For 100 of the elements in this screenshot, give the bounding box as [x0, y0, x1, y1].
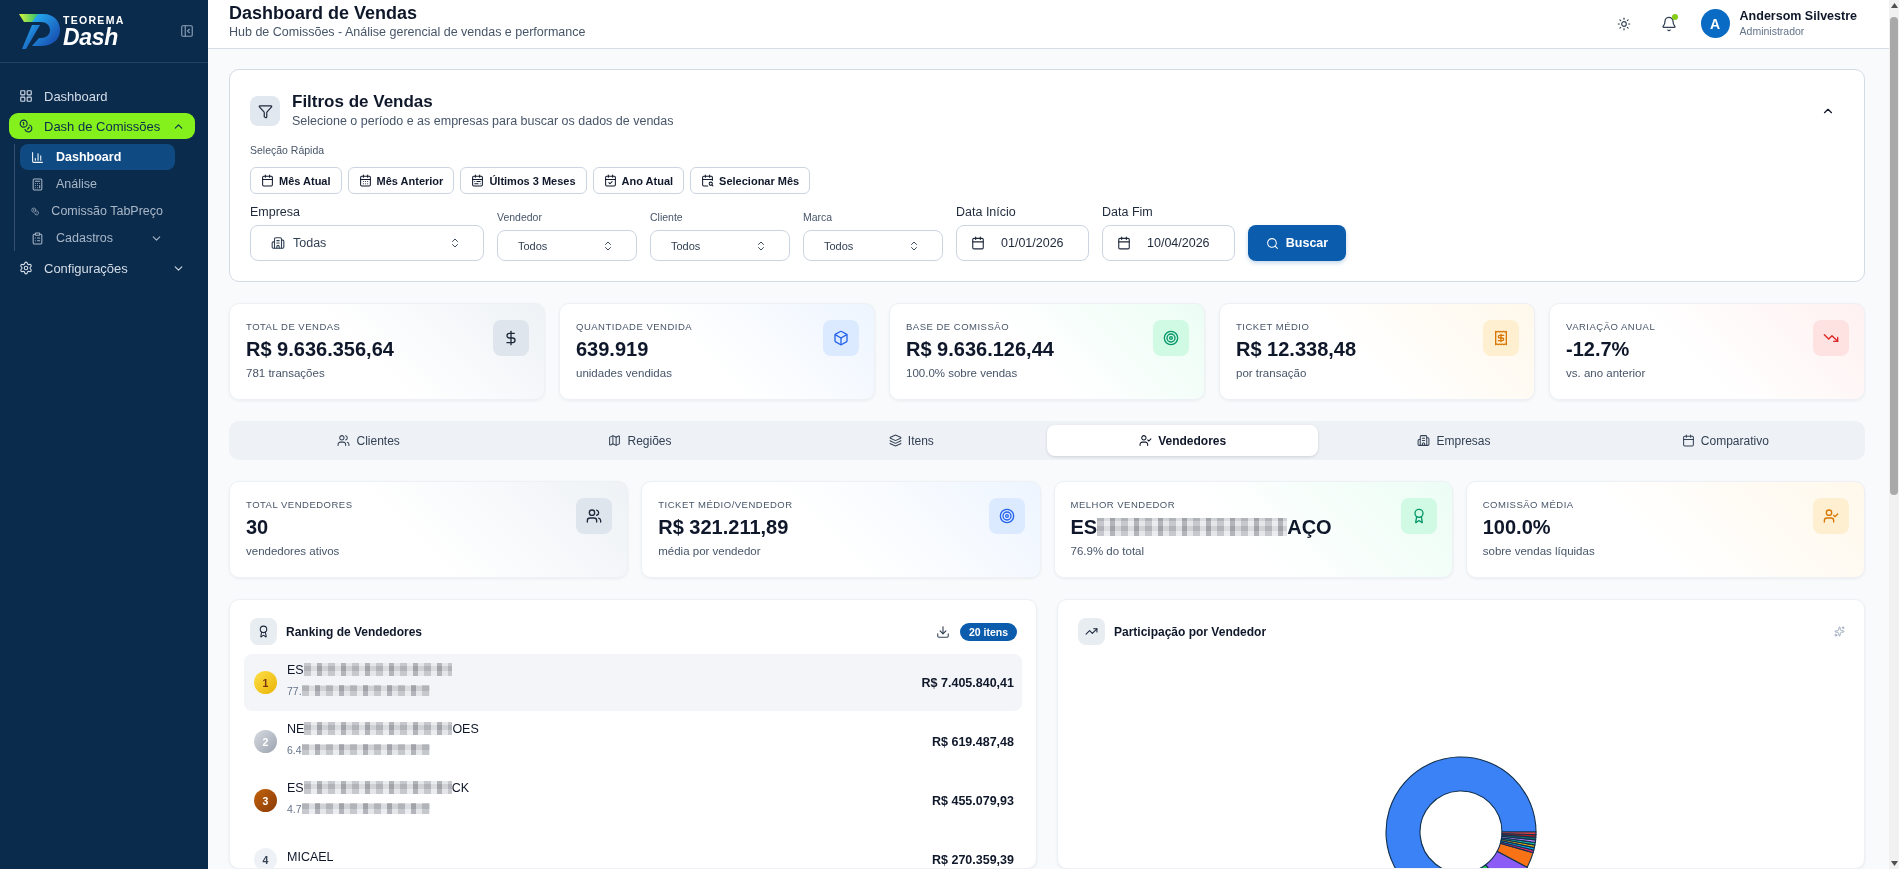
calendar-icon [971, 236, 985, 250]
chevrons-up-down-icon [449, 237, 461, 249]
sparkle-icon [1834, 626, 1845, 637]
rank-badge: 2 [254, 730, 277, 753]
tab[interactable]: Itens [775, 425, 1047, 456]
tab[interactable]: Empresas [1318, 425, 1590, 456]
scrollbar-thumb[interactable] [1890, 17, 1898, 495]
stat-value: -12.7% [1566, 337, 1631, 362]
stat-note: 781 transações [246, 366, 326, 381]
clipboard-icon [31, 231, 44, 245]
download-icon [935, 624, 950, 639]
target-icon [1153, 320, 1189, 356]
field-label: Vendedor [497, 210, 543, 224]
bar-chart-icon [31, 150, 44, 164]
select-field[interactable]: Todos [650, 230, 790, 261]
collapse-sidebar-button[interactable] [180, 24, 194, 38]
stat-value: AÇO [1287, 515, 1332, 539]
stat-note: vs. ano anterior [1566, 366, 1647, 381]
seller-amount: R$ 455.079,93 [932, 793, 1014, 808]
user-avatar[interactable]: A [1700, 9, 1730, 38]
trending-up-icon [1078, 618, 1105, 645]
stat-value: R$ 12.338,48 [1236, 337, 1357, 362]
seller-detail: 77. [287, 684, 302, 697]
select-field[interactable]: Todos [497, 230, 637, 261]
nav-subitem[interactable]: Comissão TabPreço [20, 198, 175, 224]
nav-subitem[interactable]: Análise [20, 171, 175, 197]
user-check-icon [1139, 434, 1153, 447]
stat-label: MELHOR VENDEDOR [1070, 498, 1177, 511]
user-role: Administrador [1739, 24, 1806, 38]
seller-detail: 6.4 [287, 743, 302, 756]
stat-value: 639.919 [576, 337, 650, 362]
settings-icon [19, 261, 33, 275]
receipt-icon [1483, 320, 1519, 356]
funnel-icon [250, 96, 280, 126]
company-select[interactable]: Todas [250, 225, 484, 261]
dollar-icon [493, 320, 529, 356]
nav-item[interactable]: Dashboard [9, 83, 195, 109]
nav-subitem[interactable]: Cadastros [20, 225, 175, 251]
stat-note: por transação [1236, 366, 1308, 381]
building-icon [1417, 434, 1431, 447]
calendar-days-icon [358, 174, 372, 187]
seller-name: MICAEL [287, 849, 334, 864]
stat-label: COMISSÃO MÉDIA [1482, 498, 1575, 511]
tab[interactable]: Vendedores [1047, 425, 1319, 456]
quick-select-button[interactable]: Mês Atual [250, 167, 342, 194]
scroll-down-arrow-icon [1890, 861, 1898, 866]
stat-value: R$ 9.636.356,64 [246, 337, 394, 362]
quick-select-button[interactable]: Selecionar Mês [690, 167, 811, 194]
stat-label: BASE DE COMISSÃO [906, 320, 1011, 333]
stat-value: 100.0% [1482, 515, 1552, 540]
target-icon [988, 498, 1025, 534]
page-subtitle: Hub de Comissões - Análise gerencial de vendas e performance [229, 24, 586, 40]
field-label: Data Fim [1102, 204, 1154, 220]
field-label: Cliente [650, 210, 684, 224]
tab[interactable]: Comparativo [1589, 425, 1861, 456]
chart-slice[interactable] [1385, 756, 1537, 868]
rank-badge: 3 [254, 789, 277, 812]
field-label: Data Início [956, 204, 1017, 220]
seller-detail: 4.7 [287, 802, 302, 815]
stat-note: vendedores ativos [246, 544, 341, 559]
panel-subtitle: Selecione o período e as empresas para buscar os dados de vendas [292, 113, 674, 130]
date-field[interactable]: 10/04/2026 [1102, 225, 1235, 261]
bell-icon [1660, 15, 1677, 32]
stat-value: 30 [246, 515, 270, 540]
award-icon [1400, 498, 1437, 534]
search-button[interactable]: Buscar [1248, 225, 1346, 261]
seller-amount: R$ 619.487,48 [932, 734, 1014, 749]
award-icon [250, 618, 277, 645]
quick-select-button[interactable]: Mês Anterior [347, 167, 455, 194]
seller-name: OES [452, 721, 479, 736]
box-icon [823, 320, 859, 356]
brand-product-name: Dash [63, 26, 120, 49]
seller-name: NE [287, 721, 305, 736]
stat-label: TICKET MÉDIO [1236, 320, 1311, 333]
download-button[interactable] [935, 624, 950, 639]
panel-title: Participação por Vendedor [1114, 624, 1267, 639]
seller-name: CK [451, 780, 470, 795]
tab[interactable]: Regiões [504, 425, 776, 456]
search-icon [1265, 236, 1279, 250]
brand-name: TEOREMA [63, 15, 125, 26]
nav-item[interactable]: Configurações [9, 255, 195, 281]
stat-label: TOTAL DE VENDAS [246, 320, 342, 333]
select-field[interactable]: Todos [803, 230, 943, 261]
trending-down-icon [1813, 320, 1849, 356]
page-title: Dashboard de Vendas [229, 3, 419, 24]
calendar-search-icon [701, 174, 715, 187]
calendar-range-icon [471, 174, 485, 187]
tab[interactable]: Clientes [233, 425, 505, 456]
field-label: Marca [803, 210, 834, 224]
nav-subitem[interactable]: Dashboard [20, 144, 175, 170]
stat-note: sobre vendas líquidas [1482, 544, 1595, 559]
quick-select-button[interactable]: Ano Atual [592, 167, 685, 194]
stat-value: R$ 321.211,89 [658, 515, 790, 540]
user-name: Andersom Silvestre [1739, 9, 1857, 24]
chart-slice[interactable] [1496, 842, 1534, 868]
chart-slice[interactable] [1485, 850, 1528, 868]
date-field[interactable]: 01/01/2026 [956, 225, 1089, 261]
nav-item[interactable]: Dash de Comissões [9, 113, 195, 139]
stat-label: VARIAÇÃO ANUAL [1566, 320, 1656, 333]
quick-select-button[interactable]: Últimos 3 Meses [460, 167, 587, 194]
